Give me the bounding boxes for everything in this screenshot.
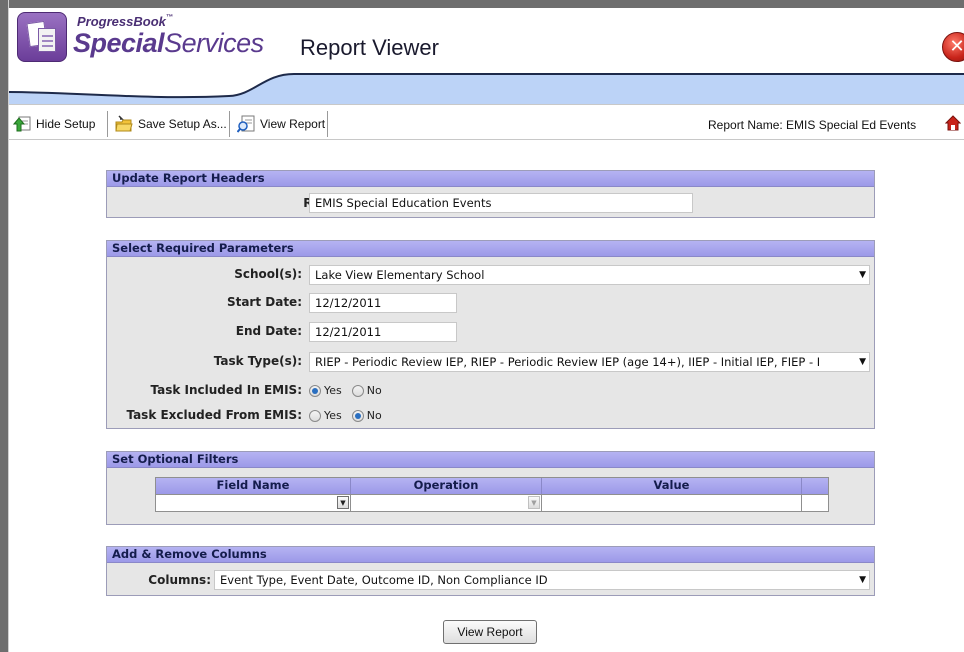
task-excluded-yes-radio[interactable]	[309, 409, 321, 422]
no-label: No	[366, 384, 382, 397]
columns-label: Columns:	[148, 573, 211, 587]
chevron-down-icon: ▼	[859, 575, 866, 585]
filter-grid-header: Field Name Operation Value	[156, 478, 828, 494]
report-name-label: Report Name:	[708, 118, 783, 132]
task-included-yes-radio[interactable]	[309, 384, 321, 397]
close-icon[interactable]: ✕	[942, 32, 964, 62]
toolbar-divider	[327, 111, 328, 137]
task-types-value: RIEP - Periodic Review IEP, RIEP - Perio…	[315, 355, 821, 369]
magnifier-document-icon	[236, 115, 255, 133]
home-icon[interactable]	[945, 115, 961, 131]
hide-setup-button[interactable]: Hide Setup	[12, 112, 96, 136]
start-date-label: Start Date:	[226, 295, 302, 309]
optional-filters-section: Set Optional Filters Field Name Operatio…	[106, 451, 875, 525]
task-excluded-label: Task Excluded From EMIS:	[126, 408, 302, 422]
chevron-down-icon: ▼	[859, 270, 866, 280]
yes-label: Yes	[324, 409, 342, 422]
view-report-button[interactable]: View Report	[443, 620, 537, 644]
view-report-toolbar-label: View Report	[260, 117, 326, 131]
hide-setup-label: Hide Setup	[36, 117, 96, 131]
app-logo-icon	[17, 12, 67, 62]
task-types-label: Task Type(s):	[213, 354, 302, 368]
task-types-select[interactable]: RIEP - Periodic Review IEP, RIEP - Perio…	[309, 352, 870, 372]
window-frame-left	[0, 0, 8, 652]
toolbar: Hide Setup Save Setup As... View Report …	[9, 104, 964, 140]
header-band	[9, 73, 964, 104]
chevron-down-icon: ▼	[337, 496, 349, 509]
app-header: ProgressBook™ SpecialServices Report Vie…	[9, 8, 964, 104]
column-header-field-name: Field Name	[156, 478, 351, 494]
section-title: Select Required Parameters	[107, 241, 874, 257]
chevron-down-icon: ▼	[857, 353, 866, 371]
toolbar-divider	[107, 111, 108, 137]
required-parameters-section: Select Required Parameters School(s): La…	[106, 240, 875, 429]
toolbar-divider	[229, 111, 230, 137]
arrow-up-icon	[12, 115, 31, 133]
chevron-down-icon: ▼	[528, 496, 540, 509]
section-title: Add & Remove Columns	[107, 547, 874, 563]
schools-value: Lake View Elementary School	[315, 268, 485, 282]
start-date-input[interactable]: 12/12/2011	[309, 293, 457, 313]
no-label: No	[366, 409, 382, 422]
end-date-label: End Date:	[235, 324, 302, 338]
field-name-select[interactable]: ▼	[156, 494, 351, 511]
end-date-input[interactable]: 12/21/2011	[309, 322, 457, 342]
task-included-radio-group: Yes No	[309, 384, 392, 397]
brand-progressbook: ProgressBook™	[77, 14, 173, 29]
schools-select[interactable]: Lake View Elementary School ▼	[309, 265, 870, 285]
window-frame-top	[8, 0, 964, 8]
operation-select[interactable]: ▼	[351, 494, 542, 511]
report-name-value: EMIS Special Ed Events	[786, 118, 917, 132]
update-report-headers-section: Update Report Headers Report Header: EMI…	[106, 170, 875, 218]
filter-grid: Field Name Operation Value ▼ ▼	[155, 477, 829, 512]
task-included-label: Task Included In EMIS:	[150, 383, 302, 397]
schools-label: School(s):	[234, 267, 302, 281]
column-header-operation: Operation	[351, 478, 542, 494]
column-header-blank	[802, 478, 828, 494]
columns-select[interactable]: Event Type, Event Date, Outcome ID, Non …	[214, 570, 870, 590]
folder-save-icon	[115, 115, 133, 133]
columns-section: Add & Remove Columns Columns: Event Type…	[106, 546, 875, 596]
task-excluded-no-radio[interactable]	[351, 409, 364, 422]
columns-value: Event Type, Event Date, Outcome ID, Non …	[220, 573, 548, 587]
save-setup-as-label: Save Setup As...	[138, 117, 227, 131]
row-action-cell	[802, 494, 828, 511]
table-row: ▼ ▼	[156, 494, 828, 511]
task-excluded-radio-group: Yes No	[309, 409, 392, 422]
report-name: Report Name: EMIS Special Ed Events	[708, 118, 916, 132]
view-report-toolbar-button[interactable]: View Report	[236, 112, 326, 136]
yes-label: Yes	[324, 384, 342, 397]
section-title: Set Optional Filters	[107, 452, 874, 468]
value-input[interactable]	[542, 494, 802, 511]
task-included-no-radio[interactable]	[351, 384, 364, 397]
page-title: Report Viewer	[300, 35, 439, 60]
column-header-value: Value	[542, 478, 802, 494]
brand-special-services: SpecialServices	[73, 28, 264, 58]
save-setup-as-button[interactable]: Save Setup As...	[115, 112, 227, 136]
report-header-input[interactable]: EMIS Special Education Events	[309, 193, 693, 213]
section-title: Update Report Headers	[107, 171, 874, 187]
